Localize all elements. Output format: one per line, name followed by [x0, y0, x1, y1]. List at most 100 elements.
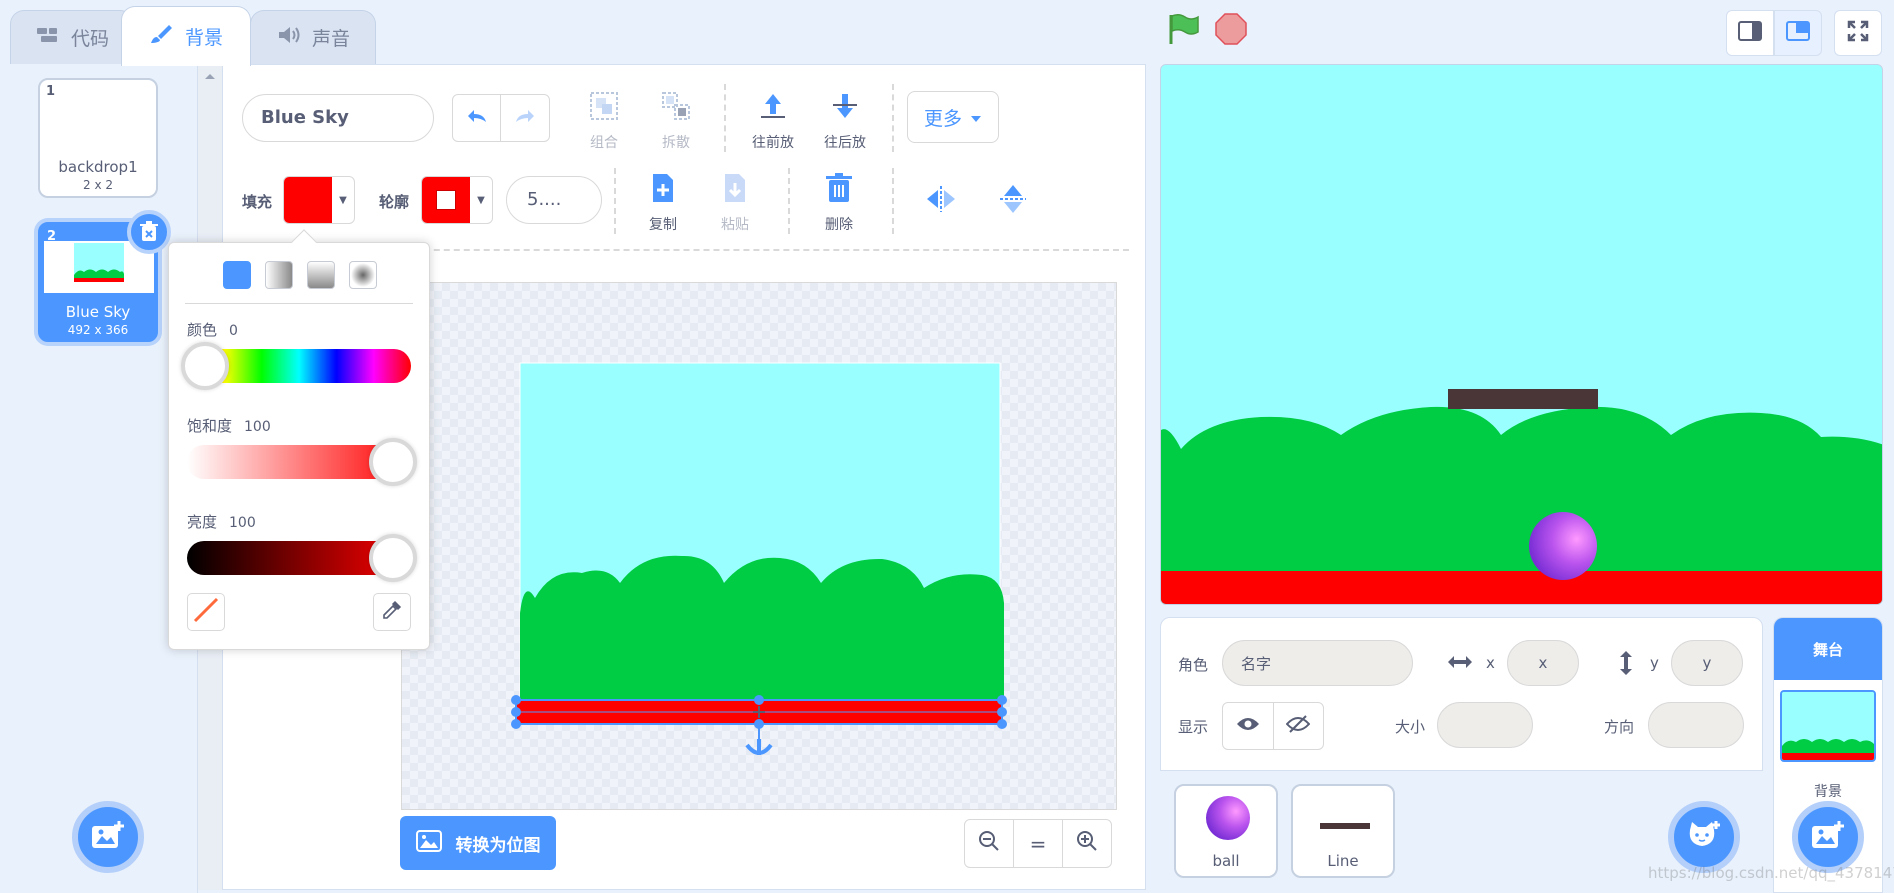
tab-sounds-label: 声音 [311, 28, 350, 50]
tab-sounds[interactable]: 声音 [250, 10, 376, 64]
y-placeholder: y [1702, 654, 1712, 672]
small-stage-button[interactable] [1726, 10, 1774, 56]
stop-button[interactable] [1214, 12, 1248, 46]
hide-sprite-button[interactable] [1274, 703, 1324, 749]
eyedropper-button[interactable] [373, 593, 411, 631]
x-label: x [1486, 654, 1495, 672]
brush-icon [149, 23, 175, 50]
ungroup-label: 拆散 [662, 135, 690, 151]
copy-icon [649, 172, 677, 208]
paste-button[interactable]: 粘贴 [702, 172, 768, 234]
tab-code[interactable]: 代码 [10, 10, 134, 64]
stage-canvas[interactable] [1160, 64, 1883, 605]
ungroup-icon [660, 90, 692, 126]
zoom-out-button[interactable] [965, 820, 1014, 867]
ungroup-button[interactable]: 拆散 [643, 90, 709, 152]
horizontal-gradient-button[interactable] [265, 261, 293, 289]
x-input[interactable]: x [1507, 640, 1579, 686]
zoom-controls: = [964, 819, 1112, 868]
paint-canvas[interactable] [401, 282, 1117, 810]
sprite-item-line[interactable]: Line [1291, 784, 1395, 878]
sprite-item-ball[interactable]: ball [1174, 784, 1278, 878]
brightness-label: 亮度 100 [187, 511, 256, 532]
stroke-width-input[interactable]: 5.... [506, 176, 602, 224]
undo-redo-group [452, 94, 550, 142]
group-button[interactable]: 组合 [571, 90, 637, 152]
toolbar-divider [892, 168, 894, 234]
eyedropper-icon [381, 599, 403, 625]
eye-icon [1236, 716, 1260, 736]
stop-icon [1214, 13, 1248, 50]
trash-icon [825, 172, 853, 208]
hue-label-text: 颜色 [187, 321, 218, 339]
backward-button[interactable]: 往后放 [812, 90, 878, 152]
image-add-icon [91, 820, 125, 854]
fill-color-picker[interactable]: ▼ [283, 176, 355, 224]
hue-label: 颜色 0 [187, 319, 238, 340]
saturation-value: 100 [244, 419, 271, 435]
flip-horizontal-button[interactable] [924, 184, 962, 220]
paste-label: 粘贴 [721, 217, 749, 233]
add-sprite-button[interactable] [1668, 801, 1740, 873]
x-placeholder: x [1538, 654, 1548, 672]
paste-icon [721, 172, 749, 208]
flip-vertical-button[interactable] [998, 182, 1034, 220]
zoom-in-button[interactable] [1063, 820, 1111, 867]
add-backdrop-button[interactable] [72, 801, 144, 873]
fill-label: 填充 [242, 193, 273, 211]
backdrop-item[interactable]: 1 backdrop1 2 x 2 [38, 78, 158, 198]
caret-down-icon: ▼ [477, 194, 485, 206]
flip-vertical-icon [998, 185, 1028, 220]
color-picker-popover: 颜色 0 饱和度 100 亮度 100 [168, 229, 430, 650]
tab-code-label: 代码 [70, 28, 109, 50]
brightness-value: 100 [229, 515, 256, 531]
backdrop-name: Blue Sky [65, 303, 131, 321]
add-stage-backdrop-button[interactable] [1792, 801, 1864, 873]
small-stage-icon [1738, 21, 1762, 45]
delete-backdrop-button[interactable] [127, 210, 171, 254]
forward-button[interactable]: 往前放 [740, 90, 806, 152]
hue-slider-handle[interactable] [181, 342, 229, 390]
sprite-name-input[interactable]: 名字 [1222, 640, 1413, 686]
direction-label: 方向 [1604, 718, 1635, 736]
tab-backdrops[interactable]: 背景 [121, 6, 251, 66]
bring-forward-icon [757, 90, 789, 126]
backward-label: 往后放 [824, 135, 866, 151]
show-sprite-button[interactable] [1223, 703, 1274, 749]
y-input[interactable]: y [1671, 640, 1743, 686]
redo-button[interactable] [501, 95, 549, 141]
saturation-slider-handle[interactable] [369, 438, 417, 486]
backdrop-number: 1 [46, 84, 56, 99]
undo-button[interactable] [453, 95, 502, 141]
costume-name-input[interactable]: Blue Sky [242, 94, 434, 142]
line-sprite-icon [1320, 814, 1370, 833]
no-color-icon [191, 595, 221, 629]
radial-gradient-button[interactable] [349, 261, 377, 289]
vertical-gradient-button[interactable] [307, 261, 335, 289]
outline-color-picker[interactable]: ▼ [421, 176, 493, 224]
delete-label: 删除 [825, 217, 853, 233]
brightness-slider-handle[interactable] [369, 534, 417, 582]
direction-input[interactable] [1648, 702, 1744, 748]
copy-label: 复制 [649, 217, 677, 233]
flip-horizontal-icon [924, 186, 958, 218]
horizontal-arrows-icon [1447, 652, 1473, 676]
size-input[interactable] [1437, 702, 1533, 748]
brightness-label-text: 亮度 [187, 513, 218, 531]
more-button[interactable]: 更多 [907, 91, 999, 143]
no-color-button[interactable] [187, 593, 225, 631]
fullscreen-button[interactable] [1834, 10, 1882, 56]
zoom-reset-button[interactable]: = [1014, 820, 1063, 867]
large-stage-icon [1786, 21, 1810, 45]
saturation-label-text: 饱和度 [187, 417, 233, 435]
copy-button[interactable]: 复制 [630, 172, 696, 234]
backdrop-size: 492 x 366 [67, 323, 129, 337]
outline-swatch [422, 177, 470, 223]
solid-fill-button[interactable] [223, 261, 251, 289]
toolbar-divider [788, 168, 790, 234]
fullscreen-icon [1847, 20, 1869, 46]
large-stage-button[interactable] [1774, 10, 1822, 56]
convert-to-bitmap-button[interactable]: 转换为位图 [400, 816, 556, 870]
green-flag-button[interactable] [1166, 12, 1200, 46]
delete-button[interactable]: 删除 [806, 172, 872, 234]
